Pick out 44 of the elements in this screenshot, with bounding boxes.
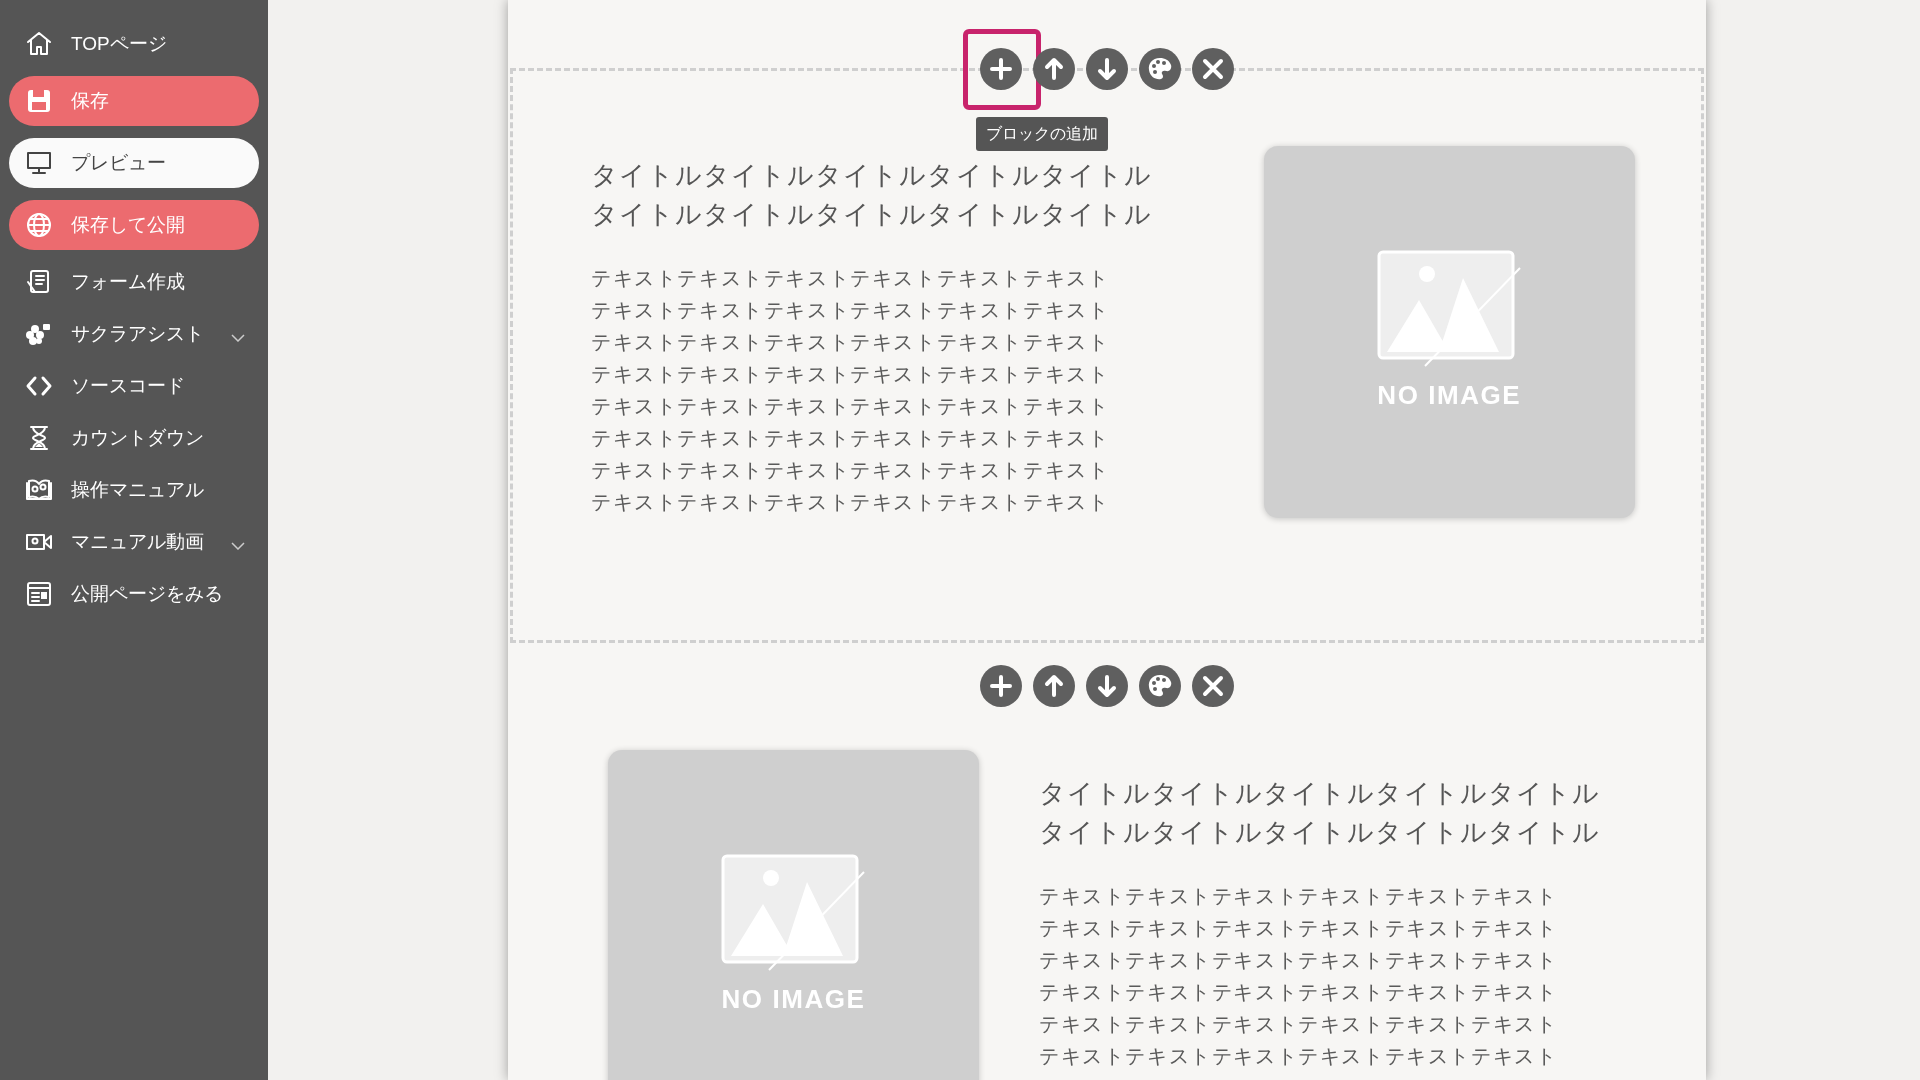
block-title: タイトルタイトルタイトルタイトルタイトル xyxy=(591,159,1152,192)
toolbar-button[interactable] xyxy=(1086,665,1128,707)
body-text: テキストテキストテキストテキストテキストテキスト xyxy=(591,330,1111,355)
toolbar-button[interactable] xyxy=(1139,48,1181,90)
block-title: タイトルタイトルタイトルタイトルタイトル xyxy=(591,198,1152,231)
body-text: テキストテキストテキストテキストテキストテキスト xyxy=(591,458,1111,483)
mountain-picture-icon xyxy=(721,853,866,972)
monitor-icon xyxy=(25,149,53,177)
sidebar-item[interactable]: 操作マニュアル xyxy=(9,468,259,512)
toolbar-button[interactable] xyxy=(1086,48,1128,90)
body-text: テキストテキストテキストテキストテキストテキスト xyxy=(1039,884,1559,909)
sidebar-item[interactable]: フォーム作成 xyxy=(9,260,259,304)
body-text: テキストテキストテキストテキストテキストテキスト xyxy=(1039,1012,1559,1037)
sidebar-item[interactable]: ソースコード xyxy=(9,364,259,408)
toolbar-button[interactable] xyxy=(1192,665,1234,707)
body-text: テキストテキストテキストテキストテキストテキスト xyxy=(1039,1044,1559,1069)
block-title: タイトルタイトルタイトルタイトルタイトル xyxy=(1039,816,1600,849)
toolbar-button[interactable] xyxy=(980,665,1022,707)
web-page-icon xyxy=(25,580,53,608)
toolbar-button[interactable] xyxy=(1033,665,1075,707)
body-text: テキストテキストテキストテキストテキストテキスト xyxy=(591,298,1111,323)
body-text: テキストテキストテキストテキストテキストテキスト xyxy=(1039,980,1559,1005)
sidebar-item[interactable]: 公開ページをみる xyxy=(9,572,259,616)
toolbar-button[interactable] xyxy=(1192,48,1234,90)
mountain-picture-icon xyxy=(1376,249,1522,368)
body-text: テキストテキストテキストテキストテキストテキスト xyxy=(591,362,1111,387)
body-text: テキストテキストテキストテキストテキストテキスト xyxy=(591,426,1111,451)
sidebar-item[interactable]: サクラアシスト xyxy=(9,312,259,356)
body-text: テキストテキストテキストテキストテキストテキスト xyxy=(591,266,1111,291)
body-text: テキストテキストテキストテキストテキストテキスト xyxy=(1039,948,1559,973)
block-title: タイトルタイトルタイトルタイトルタイトル xyxy=(1039,777,1600,810)
sidebar-button[interactable]: プレビュー xyxy=(9,138,259,188)
sidebar-item[interactable]: カウントダウン xyxy=(9,416,259,460)
tooltip: ブロックの追加 xyxy=(976,117,1108,151)
sidebar-item[interactable]: TOPページ xyxy=(9,22,259,66)
toolbar-button[interactable] xyxy=(1139,665,1181,707)
toolbar-button[interactable] xyxy=(980,48,1022,90)
body-text: テキストテキストテキストテキストテキストテキスト xyxy=(1039,916,1559,941)
home-icon xyxy=(25,30,53,58)
body-text: テキストテキストテキストテキストテキストテキスト xyxy=(591,394,1111,419)
toolbar-button[interactable] xyxy=(1033,48,1075,90)
body-text: テキストテキストテキストテキストテキストテキスト xyxy=(591,490,1111,515)
sidebar-item[interactable]: マニュアル動画 xyxy=(9,520,259,564)
globe-icon xyxy=(25,211,53,239)
